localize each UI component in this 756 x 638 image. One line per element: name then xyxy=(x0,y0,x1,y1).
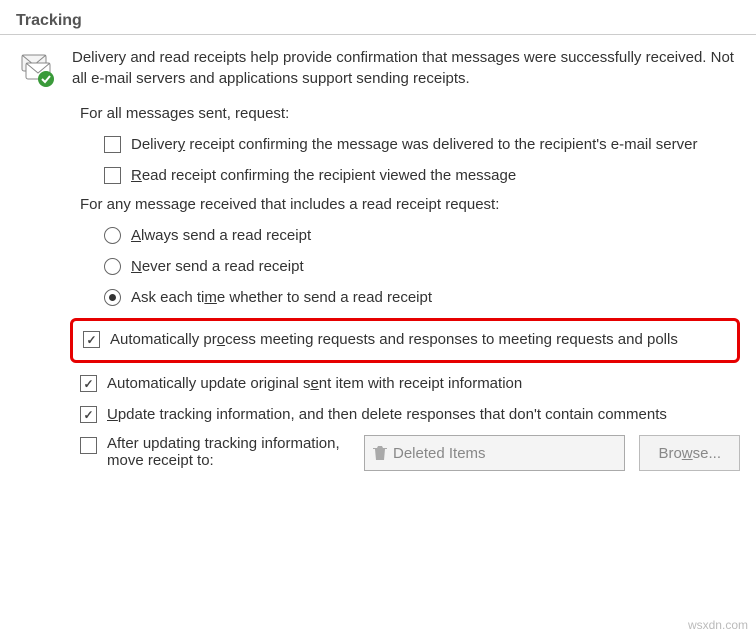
radio-ask[interactable] xyxy=(104,289,121,306)
section-header: Tracking xyxy=(0,0,756,35)
watermark: wsxdn.com xyxy=(688,618,748,632)
auto-update-option[interactable]: Automatically update original sent item … xyxy=(80,373,740,394)
delivery-receipt-option[interactable]: Delivery receipt confirming the message … xyxy=(104,134,740,155)
request-label: For all messages sent, request: xyxy=(80,103,740,124)
any-message-label: For any message received that includes a… xyxy=(80,194,740,215)
delivery-receipt-label: Delivery receipt confirming the message … xyxy=(131,134,740,155)
browse-button-label: Browse... xyxy=(658,445,721,462)
auto-process-label: Automatically process meeting requests a… xyxy=(110,329,727,350)
read-receipt-option[interactable]: Read receipt confirming the recipient vi… xyxy=(104,165,740,186)
update-tracking-option[interactable]: Update tracking information, and then de… xyxy=(80,404,740,425)
move-receipt-option[interactable]: After updating tracking information, mov… xyxy=(80,435,350,469)
move-receipt-folder-field: Deleted Items xyxy=(364,435,625,471)
update-tracking-label: Update tracking information, and then de… xyxy=(107,404,740,425)
update-tracking-checkbox[interactable] xyxy=(80,406,97,423)
highlighted-option-box: Automatically process meeting requests a… xyxy=(70,318,740,363)
auto-update-checkbox[interactable] xyxy=(80,375,97,392)
move-receipt-row: After updating tracking information, mov… xyxy=(80,435,740,471)
auto-update-label: Automatically update original sent item … xyxy=(107,373,740,394)
radio-always-option[interactable]: Always send a read receipt xyxy=(104,225,740,246)
radio-never[interactable] xyxy=(104,258,121,275)
radio-always[interactable] xyxy=(104,227,121,244)
radio-never-option[interactable]: Never send a read receipt xyxy=(104,256,740,277)
radio-never-label: Never send a read receipt xyxy=(131,256,740,277)
section-title-text: Tracking xyxy=(16,12,82,29)
browse-button[interactable]: Browse... xyxy=(639,435,740,471)
intro-row: Delivery and read receipts help provide … xyxy=(16,47,740,93)
move-receipt-checkbox[interactable] xyxy=(80,437,97,454)
trash-icon xyxy=(373,445,387,461)
delivery-receipt-checkbox[interactable] xyxy=(104,136,121,153)
radio-ask-option[interactable]: Ask each time whether to send a read rec… xyxy=(104,287,740,308)
radio-ask-label: Ask each time whether to send a read rec… xyxy=(131,287,740,308)
tracking-content: Delivery and read receipts help provide … xyxy=(0,35,756,471)
read-receipt-checkbox[interactable] xyxy=(104,167,121,184)
move-receipt-folder-value: Deleted Items xyxy=(393,445,486,462)
move-receipt-label: After updating tracking information, mov… xyxy=(107,435,350,469)
auto-process-option[interactable]: Automatically process meeting requests a… xyxy=(83,329,727,350)
radio-always-label: Always send a read receipt xyxy=(131,225,740,246)
receipt-icon xyxy=(16,47,60,93)
auto-process-checkbox[interactable] xyxy=(83,331,100,348)
read-receipt-label: Read receipt confirming the recipient vi… xyxy=(131,165,740,186)
intro-text: Delivery and read receipts help provide … xyxy=(72,47,740,93)
